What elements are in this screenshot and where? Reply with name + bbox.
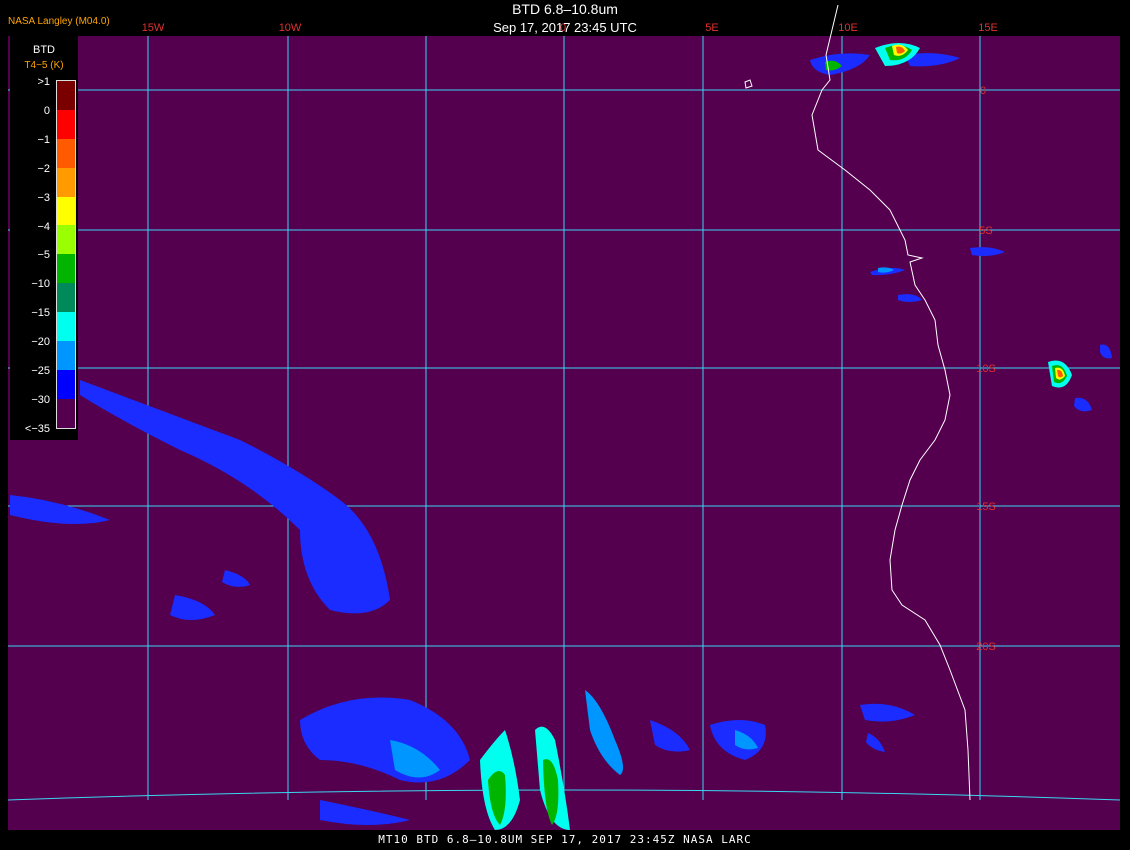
legend-title: BTD: [33, 44, 55, 56]
color-legend: BTD T4−5 (K) >1 0 −1 −2 −3 −4 −5 −10 −15 −20 −25 −3…: [10, 36, 78, 440]
legend-swatch: [57, 341, 75, 370]
legend-tick-label: −15: [31, 307, 50, 320]
legend-subtitle: T4−5 (K): [24, 60, 64, 71]
lat-label-5s: 5S: [979, 225, 992, 237]
lat-label-10s: 10S: [976, 363, 996, 375]
legend-swatch: [57, 225, 75, 255]
legend-tick-label: −5: [37, 249, 50, 262]
legend-swatches: [56, 80, 76, 429]
legend-tick-label: −2: [37, 162, 50, 175]
footer-caption: MT10 BTD 6.8–10.8UM SEP 17, 2017 23:45Z …: [0, 830, 1130, 850]
lat-label-0: 0: [980, 85, 986, 97]
legend-swatch: [57, 369, 75, 399]
legend-swatch: [57, 254, 75, 284]
legend-swatch: [57, 138, 75, 168]
legend-tick-label: −20: [31, 336, 50, 349]
legend-swatch: [57, 283, 75, 313]
legend-swatch: [57, 109, 75, 139]
lon-label-5e: 5E: [705, 22, 719, 34]
legend-tick-label: −25: [31, 365, 50, 377]
legend-tick-label: <−35: [24, 422, 50, 435]
lat-label-20s: 20S: [976, 641, 996, 653]
legend-swatch: [57, 398, 75, 428]
lat-label-15s: 15S: [976, 501, 996, 513]
legend-swatch: [57, 81, 75, 110]
legend-swatch: [57, 196, 75, 226]
legend-tick-label: −30: [31, 393, 50, 406]
legend-tick-label: >1: [37, 76, 50, 88]
lon-label-10e: 10E: [838, 22, 858, 34]
lon-label-15e: 15E: [978, 22, 998, 34]
legend-tick-label: 0: [43, 104, 50, 117]
lon-label-10w: 10W: [278, 22, 302, 34]
product-title: BTD 6.8–10.8um: [512, 1, 618, 17]
lon-label-15w: 15W: [141, 22, 165, 34]
legend-swatch: [57, 312, 75, 342]
legend-tick-label: −4: [37, 220, 50, 233]
lon-label-0: 0: [559, 22, 567, 34]
legend-tick-label: −1: [37, 133, 50, 146]
legend-swatch: [57, 167, 75, 197]
legend-tick-label: −3: [37, 191, 50, 204]
satellite-map: 0 5S 10S 15S 20S: [7, 4, 1121, 831]
legend-tick-label: −10: [31, 278, 50, 291]
